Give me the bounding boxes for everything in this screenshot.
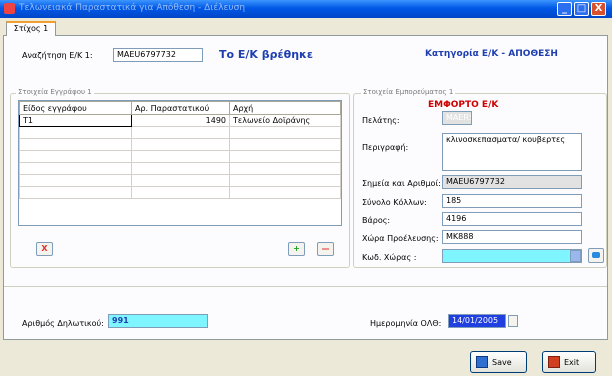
lookup-icon[interactable]: [588, 248, 604, 263]
table-cell[interactable]: [19, 186, 132, 199]
country-code-select[interactable]: [442, 249, 582, 263]
table-row[interactable]: [19, 150, 341, 163]
exit-door-icon: [548, 356, 560, 368]
add-icon[interactable]: +: [288, 242, 305, 256]
tab-stixos-1[interactable]: Στίχος 1: [6, 21, 56, 36]
table-cell[interactable]: [131, 162, 230, 175]
found-status: Το Ε/Κ βρέθηκε: [219, 48, 313, 61]
exit-label: Exit: [564, 357, 580, 367]
origin-label: Χώρα Προέλευσης:: [362, 234, 439, 243]
table-cell[interactable]: [131, 126, 230, 139]
table-cell[interactable]: [131, 186, 230, 199]
window-title: Τελωνειακά Παραστατικά για Απόθεση - Διέ…: [19, 3, 246, 13]
close-icon[interactable]: X: [591, 2, 606, 16]
save-label: Save: [492, 357, 512, 367]
declaration-label: Αριθμός Δηλωτικού:: [22, 319, 104, 328]
remove-icon[interactable]: —: [317, 242, 334, 256]
client-field[interactable]: MAERSK: [442, 111, 472, 125]
packages-label: Σύνολο Κόλλων:: [362, 198, 427, 207]
table-row[interactable]: [19, 162, 341, 175]
date-field[interactable]: 14/01/2005: [448, 314, 506, 328]
cargo-group-title: Στοιχεία Εμπορεύματος 1: [361, 88, 456, 96]
table-row[interactable]: T1 1490 Τελωνείο Δοϊράνης: [19, 114, 341, 127]
delete-x-icon[interactable]: X: [36, 242, 53, 256]
minimize-icon[interactable]: _: [557, 2, 572, 16]
country-code-label: Κωδ. Χώρας :: [362, 253, 417, 262]
col-authority[interactable]: Αρχή: [229, 101, 341, 115]
marks-label: Σημεία και Αριθμοί:: [362, 179, 441, 188]
maximize-icon[interactable]: □: [574, 2, 589, 16]
table-cell[interactable]: [131, 138, 230, 151]
table-cell[interactable]: [229, 186, 341, 199]
table-cell[interactable]: [131, 174, 230, 187]
description-field[interactable]: κλινοσκεπασματα/ κουβερτες: [442, 133, 582, 171]
origin-field[interactable]: MK888: [442, 230, 582, 244]
declaration-field[interactable]: 991: [108, 314, 208, 328]
table-cell[interactable]: [19, 150, 132, 163]
documents-group-title: Στοιχεία Εγγράφου 1: [16, 88, 94, 96]
weight-label: Βάρος:: [362, 216, 391, 225]
cell-doc-type[interactable]: T1: [19, 114, 132, 127]
description-label: Περιγραφή:: [362, 143, 409, 152]
col-doc-number[interactable]: Αρ. Παραστατικού: [131, 101, 230, 115]
client-label: Πελάτης:: [362, 116, 400, 125]
table-cell[interactable]: [229, 138, 341, 151]
save-button[interactable]: Save: [470, 351, 527, 373]
documents-grid[interactable]: Είδος εγγράφου Αρ. Παραστατικού Αρχή T1 …: [18, 100, 342, 226]
weight-field[interactable]: 4196: [442, 212, 582, 226]
table-row[interactable]: [19, 138, 341, 151]
cargo-banner: ΕΜΦΟΡΤΟ Ε/Κ: [428, 100, 499, 110]
app-icon: [4, 3, 15, 14]
chevron-down-icon[interactable]: [570, 250, 581, 262]
table-row[interactable]: [19, 186, 341, 199]
search-label: Αναζήτηση Ε/Κ 1:: [22, 51, 93, 60]
cell-doc-number[interactable]: 1490: [131, 114, 230, 127]
date-spin-icon[interactable]: [508, 315, 518, 327]
date-label: Ημερομηνία ΟΛΘ:: [370, 319, 442, 328]
search-input[interactable]: MAEU6797732: [113, 48, 203, 62]
table-cell[interactable]: [19, 126, 132, 139]
table-row[interactable]: [19, 174, 341, 187]
floppy-disk-icon: [476, 356, 488, 368]
table-cell[interactable]: [19, 162, 132, 175]
table-cell[interactable]: [229, 150, 341, 163]
table-cell[interactable]: [19, 174, 132, 187]
exit-button[interactable]: Exit: [542, 351, 596, 373]
packages-field[interactable]: 185: [442, 194, 582, 208]
table-cell[interactable]: [229, 162, 341, 175]
separator: [4, 286, 607, 287]
table-cell[interactable]: [131, 150, 230, 163]
marks-field[interactable]: MAEU6797732: [442, 175, 582, 189]
table-cell[interactable]: [229, 174, 341, 187]
table-cell[interactable]: [229, 126, 341, 139]
table-cell[interactable]: [19, 138, 132, 151]
table-row[interactable]: [19, 126, 341, 139]
cell-authority[interactable]: Τελωνείο Δοϊράνης: [229, 114, 341, 127]
col-doc-type[interactable]: Είδος εγγράφου: [19, 101, 132, 115]
category-label: Κατηγορία Ε/Κ - ΑΠΟΘΕΣΗ: [425, 49, 558, 59]
